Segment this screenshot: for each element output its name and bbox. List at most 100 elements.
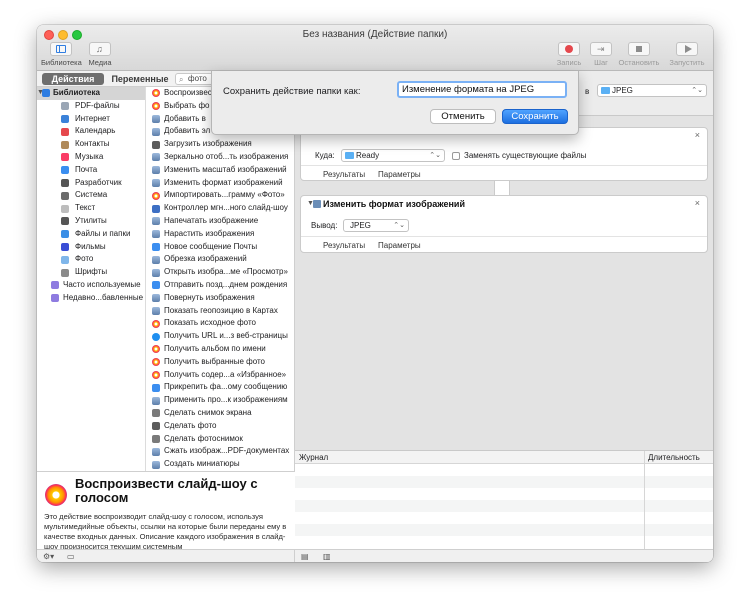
log-header: Журнал Длительность <box>295 451 713 464</box>
close-icon[interactable]: × <box>695 130 700 140</box>
action-item[interactable]: Импортировать...грамму «Фото» <box>146 189 294 202</box>
save-button[interactable]: Сохранить <box>502 109 568 124</box>
action-item[interactable]: Контроллер мгн...ного слайд-шоу <box>146 202 294 215</box>
list-view-icon[interactable]: ▤ <box>301 552 309 561</box>
action-list: Воспроизвести Выбрать фо Добавить в Добавит… <box>146 87 295 471</box>
where-label: Куда: <box>315 151 335 160</box>
action-item[interactable]: Показать геопозицию в Картах <box>146 305 294 318</box>
action-item[interactable]: Сделать фотоснимок <box>146 433 294 446</box>
action-item[interactable]: Сделать фото <box>146 420 294 433</box>
action-label: Изменить формат изображений <box>164 177 283 187</box>
action-label: Сделать фотоснимок <box>164 433 243 443</box>
mail-icon <box>152 281 160 290</box>
tab-actions[interactable]: Действия <box>42 73 104 85</box>
action-item[interactable]: Напечатать изображение <box>146 215 294 228</box>
category-item[interactable]: Фильмы <box>37 241 145 254</box>
replace-files-label: Заменять существующие файлы <box>464 151 587 160</box>
category-item[interactable]: Шрифты <box>37 266 145 279</box>
action-item[interactable]: Открыть изобра...ме «Просмотр» <box>146 266 294 279</box>
category-item[interactable]: Часто используемые <box>37 279 145 292</box>
action-item[interactable]: Получить выбранные фото <box>146 356 294 369</box>
category-item[interactable]: Контакты <box>37 138 145 151</box>
category-label: Часто используемые <box>63 279 141 289</box>
slideshow-icon <box>152 204 160 213</box>
run-toolbar-button[interactable]: Запустить <box>665 42 709 67</box>
output-popup[interactable]: JPEG ⌃⌄ <box>343 219 409 232</box>
category-label: Шрифты <box>75 267 108 277</box>
action-item[interactable]: Сжать изображ...PDF-документах <box>146 445 294 458</box>
action-item[interactable]: Новое сообщение Почты <box>146 241 294 254</box>
action-item[interactable]: Сделать снимок экрана <box>146 407 294 420</box>
category-item[interactable]: Файлы и папки <box>37 228 145 241</box>
title-bar: Без названия (Действие папки) Библиотека… <box>37 25 713 71</box>
category-item[interactable]: Календарь <box>37 125 145 138</box>
format-popup[interactable]: JPEG ⌃⌄ <box>597 84 707 97</box>
action-item[interactable]: Нарастить изображения <box>146 228 294 241</box>
action-item[interactable]: Отправить позд...днем рождения <box>146 279 294 292</box>
stop-toolbar-button[interactable]: Остановить <box>617 42 661 67</box>
media-toolbar-button[interactable]: ♫ Медиа <box>85 42 115 67</box>
tab-options[interactable]: Параметры <box>378 170 421 179</box>
category-item[interactable]: ▼ Библиотека <box>37 87 145 100</box>
category-item[interactable]: Музыка <box>37 151 145 164</box>
category-item[interactable]: Почта <box>37 164 145 177</box>
workflow-bottom-bar: ▤ ▥ <box>295 549 713 562</box>
action-label: Показать геопозицию в Картах <box>164 305 278 315</box>
category-item[interactable]: Система <box>37 189 145 202</box>
action-item[interactable]: Зеркально отоб...ть изображения <box>146 151 294 164</box>
card-title: Изменить формат изображений <box>323 199 465 209</box>
preview-icon <box>152 178 160 187</box>
step-toolbar-button[interactable]: ⇥ Шаг <box>587 42 615 67</box>
preview-icon <box>152 396 160 405</box>
duration-column-header[interactable]: Длительность <box>648 451 700 464</box>
tab-results[interactable]: Результаты <box>323 170 365 179</box>
category-item[interactable]: PDF-файлы <box>37 100 145 113</box>
gear-icon[interactable]: ⚙▾ <box>43 552 54 561</box>
action-item[interactable]: Загрузить изображения <box>146 138 294 151</box>
action-item[interactable]: Получить содер...а «Избранное» <box>146 369 294 382</box>
replace-files-checkbox[interactable] <box>452 152 460 160</box>
category-label: Контакты <box>75 139 110 149</box>
action-item[interactable]: Получить URL и...з веб-страницы <box>146 330 294 343</box>
action-item[interactable]: Создать миниатюры <box>146 458 294 471</box>
category-label: Текст <box>75 203 96 213</box>
action-item[interactable]: Повернуть изображения <box>146 292 294 305</box>
tab-results[interactable]: Результаты <box>323 241 365 250</box>
output-popup-value: JPEG <box>350 221 371 230</box>
record-toolbar-button[interactable]: Запись <box>555 42 583 67</box>
log-column-header[interactable]: Журнал <box>299 451 328 464</box>
camera-icon <box>152 140 160 149</box>
action-item[interactable]: Обрезка изображений <box>146 253 294 266</box>
action-item[interactable]: Применить про...к изображениям <box>146 394 294 407</box>
action-item[interactable]: Изменить формат изображений <box>146 177 294 190</box>
action-label: Повернуть изображения <box>164 292 255 302</box>
action-label: Зеркально отоб...ть изображения <box>164 151 289 161</box>
action-label: Применить про...к изображениям <box>164 395 288 405</box>
cancel-button[interactable]: Отменить <box>430 109 496 124</box>
category-item[interactable]: Недавно...бавленные <box>37 292 145 305</box>
category-label: Система <box>75 190 108 200</box>
action-item[interactable]: Показать исходное фото <box>146 317 294 330</box>
action-item[interactable]: Получить альбом по имени <box>146 343 294 356</box>
action-item[interactable]: Изменить масштаб изображений <box>146 164 294 177</box>
split-view-icon[interactable]: ▥ <box>323 552 331 561</box>
category-item[interactable]: Интернет <box>37 113 145 126</box>
category-item[interactable]: Утилиты <box>37 215 145 228</box>
description-toggle-icon[interactable]: ▭ <box>67 552 75 561</box>
where-popup[interactable]: Ready ⌃⌄ <box>341 149 445 162</box>
save-name-input[interactable]: Изменение формата на JPEG <box>397 81 567 98</box>
library-toolbar-button[interactable]: Библиотека <box>41 42 82 67</box>
camera-icon <box>152 422 160 431</box>
tab-options[interactable]: Параметры <box>378 241 421 250</box>
tab-variables[interactable]: Переменные <box>108 73 172 85</box>
category-item[interactable]: Фото <box>37 253 145 266</box>
photos-icon <box>152 89 160 98</box>
category-item[interactable]: Разработчик <box>37 177 145 190</box>
category-label: PDF-файлы <box>75 100 120 110</box>
log-row <box>295 476 713 488</box>
category-item[interactable]: Текст <box>37 202 145 215</box>
action-label: Изменить масштаб изображений <box>164 164 287 174</box>
close-icon[interactable]: × <box>695 198 700 208</box>
action-item[interactable]: Прикрепить фа...ому сообщению <box>146 381 294 394</box>
library-toolbar-label: Библиотека <box>41 58 82 67</box>
